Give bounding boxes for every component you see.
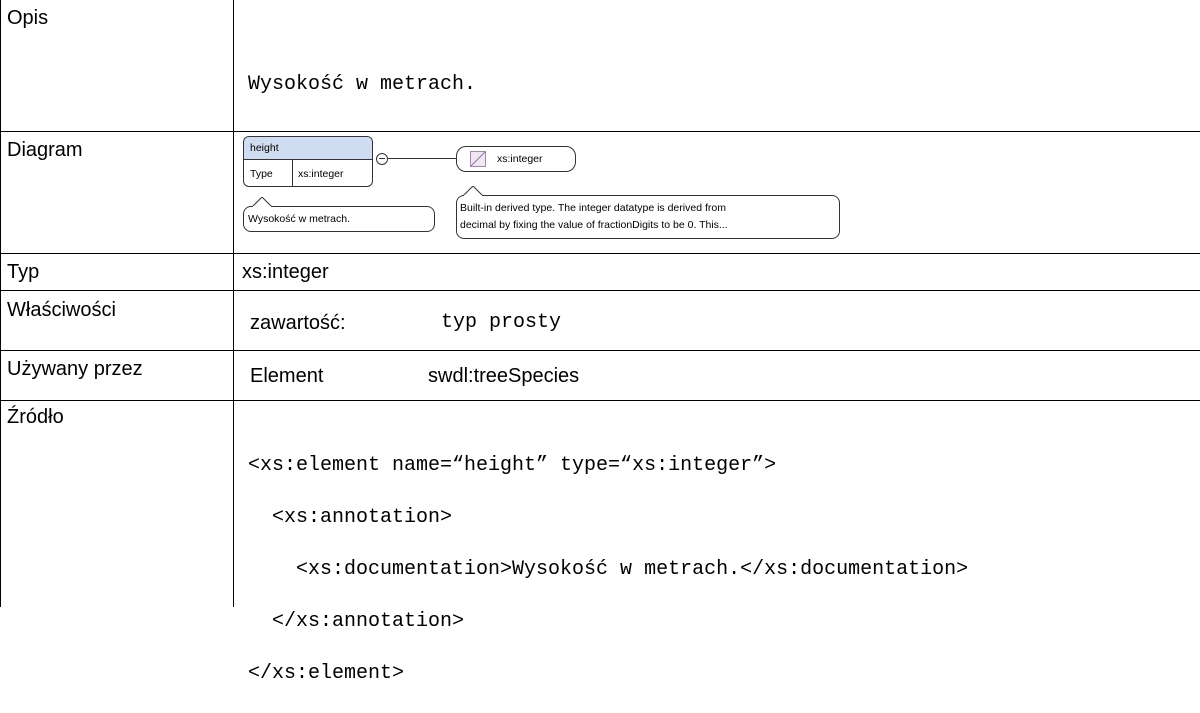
row-divider xyxy=(0,131,1200,132)
source-line: <xs:annotation> xyxy=(248,506,453,529)
row-label-wlasciwosci: Właściwości xyxy=(7,299,116,321)
description-text: Wysokość w metrach. xyxy=(248,73,477,96)
source-line: </xs:element> xyxy=(248,662,405,685)
type-annotation-callout: Built-in derived type. The integer datat… xyxy=(456,195,840,239)
row-label-diagram: Diagram xyxy=(7,139,83,161)
type-annotation-line-1: Built-in derived type. The integer datat… xyxy=(460,202,726,214)
row-divider xyxy=(0,253,1200,254)
row-divider xyxy=(0,290,1200,291)
table-column-divider xyxy=(233,0,234,607)
row-label-uzywany-przez: Używany przez xyxy=(7,358,143,380)
row-divider xyxy=(0,350,1200,351)
callout-join xyxy=(253,206,271,208)
row-label-typ: Typ xyxy=(7,261,40,283)
source-line: <xs:documentation>Wysokość w metrach.</x… xyxy=(248,558,969,581)
element-node-type-key: Type xyxy=(250,168,273,180)
element-node-name: height xyxy=(250,142,279,154)
element-annotation-text: Wysokość w metrach. xyxy=(248,213,351,225)
type-value: xs:integer xyxy=(242,261,329,283)
simple-type-icon xyxy=(470,151,486,167)
type-annotation-line-2: decimal by fixing the value of fractionD… xyxy=(460,219,728,231)
source-line: </xs:annotation> xyxy=(248,610,465,633)
used-by-kind: Element xyxy=(250,365,324,387)
element-annotation-callout: Wysokość w metrach. xyxy=(243,206,435,232)
used-by-element-link[interactable]: swdl:treeSpecies xyxy=(428,364,579,388)
diagram-connector-line xyxy=(388,158,456,159)
property-value: typ prosty xyxy=(441,311,562,334)
type-node-label: xs:integer xyxy=(497,153,543,165)
table-left-border xyxy=(0,0,1,607)
type-node-xs-integer[interactable]: xs:integer xyxy=(456,146,576,172)
collapse-toggle-icon[interactable] xyxy=(376,153,388,165)
row-divider xyxy=(0,400,1200,401)
source-line: <xs:element name=“height” type=“xs:integ… xyxy=(248,454,777,477)
element-node-divider xyxy=(292,160,293,186)
row-label-zrodlo: Źródło xyxy=(7,406,64,428)
element-node-height[interactable]: height Type xs:integer xyxy=(243,136,373,187)
callout-join xyxy=(464,195,482,197)
element-node-type-value: xs:integer xyxy=(298,168,344,180)
row-label-opis: Opis xyxy=(7,7,49,29)
property-key: zawartość: xyxy=(250,312,346,334)
source-code-block: <xs:element name=“height” type=“xs:integ… xyxy=(248,427,968,713)
